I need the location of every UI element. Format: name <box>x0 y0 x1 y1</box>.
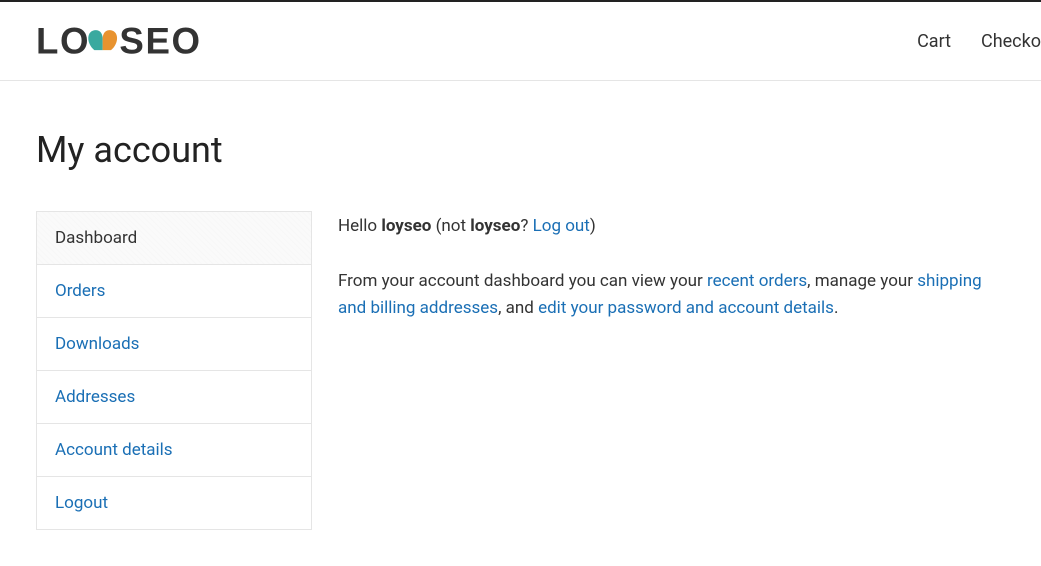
greeting-close: ) <box>590 216 596 236</box>
account-sidebar: Dashboard Orders Downloads Addresses Acc… <box>36 211 312 530</box>
desc-text: . <box>834 298 838 318</box>
recent-orders-link[interactable]: recent orders <box>707 271 807 291</box>
sidebar-item-label: Downloads <box>37 318 311 370</box>
nav-cart[interactable]: Cart <box>917 31 951 52</box>
page-title: My account <box>36 129 1005 171</box>
greeting-username: loyseo <box>381 216 431 236</box>
logout-link[interactable]: Log out <box>533 216 590 236</box>
greeting-line: Hello loyseo (not loyseo? Log out) <box>338 213 1005 240</box>
content: Dashboard Orders Downloads Addresses Acc… <box>36 211 1005 530</box>
greeting-not-prefix: (not <box>431 216 470 236</box>
sidebar-item-dashboard[interactable]: Dashboard <box>37 212 311 265</box>
svg-text:SEO: SEO <box>119 20 201 61</box>
svg-text:LO: LO <box>36 20 90 61</box>
sidebar-item-addresses[interactable]: Addresses <box>37 371 311 424</box>
top-nav: Cart Checko <box>917 31 1041 52</box>
sidebar-item-orders[interactable]: Orders <box>37 265 311 318</box>
sidebar-item-account-details[interactable]: Account details <box>37 424 311 477</box>
logo[interactable]: LO SEO <box>36 20 236 62</box>
desc-text: From your account dashboard you can view… <box>338 271 707 291</box>
logo-icon: LO SEO <box>36 20 236 62</box>
sidebar-item-label: Dashboard <box>37 212 311 264</box>
greeting-not-suffix: ? <box>520 216 532 236</box>
sidebar-item-label: Logout <box>37 477 311 529</box>
dashboard-panel: Hello loyseo (not loyseo? Log out) From … <box>338 211 1005 530</box>
sidebar-item-label: Account details <box>37 424 311 476</box>
sidebar-item-downloads[interactable]: Downloads <box>37 318 311 371</box>
nav-checkout[interactable]: Checko <box>981 31 1041 52</box>
sidebar-item-logout[interactable]: Logout <box>37 477 311 529</box>
sidebar-item-label: Orders <box>37 265 311 317</box>
greeting-prefix: Hello <box>338 216 381 236</box>
greeting-not-username: loyseo <box>470 216 520 236</box>
dashboard-description: From your account dashboard you can view… <box>338 268 1005 322</box>
edit-account-link[interactable]: edit your password and account details <box>538 298 834 318</box>
desc-text: , manage your <box>807 271 917 291</box>
main: My account Dashboard Orders Downloads Ad… <box>0 81 1041 530</box>
desc-text: , and <box>498 298 538 318</box>
header: LO SEO Cart Checko <box>0 2 1041 81</box>
sidebar-item-label: Addresses <box>37 371 311 423</box>
